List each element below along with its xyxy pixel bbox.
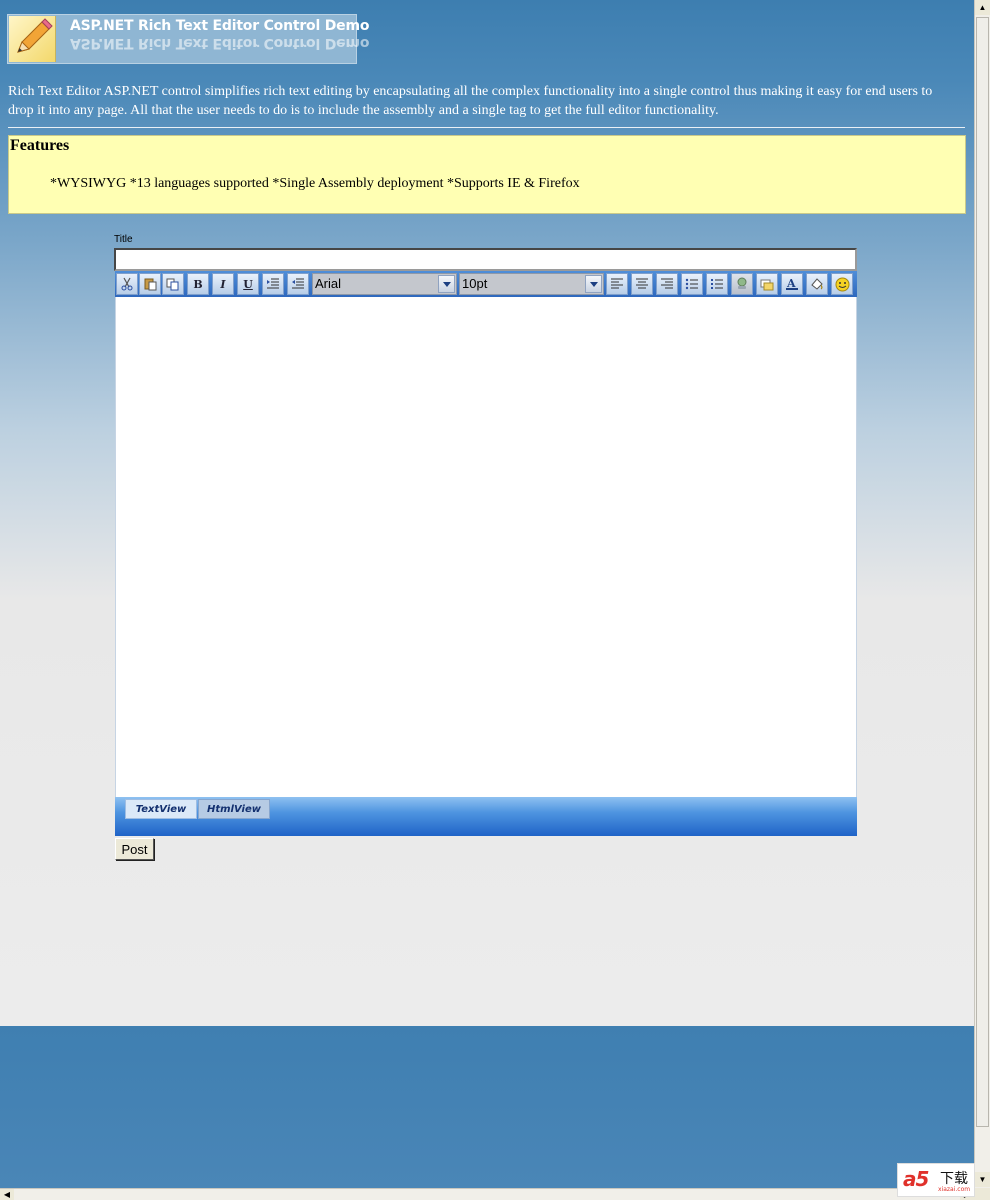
image-button[interactable]	[756, 273, 778, 295]
align-left-icon	[610, 278, 624, 290]
smiley-icon	[835, 277, 850, 292]
outdent-button[interactable]	[287, 273, 309, 295]
chevron-down-icon[interactable]	[585, 275, 602, 293]
scrollbar-corner	[974, 1188, 990, 1200]
header-banner: ASP.NET Rich Text Editor Control Demo AS…	[7, 14, 369, 64]
numbered-list-icon	[710, 278, 724, 290]
features-list: *WYSIWYG *13 languages supported *Single…	[50, 176, 580, 191]
smiley-button[interactable]	[831, 273, 853, 295]
scroll-up-icon[interactable]: ▲	[975, 0, 990, 15]
page: ASP.NET Rich Text Editor Control Demo AS…	[0, 0, 974, 1188]
indent-icon	[266, 277, 280, 291]
italic-button[interactable]: I	[212, 273, 234, 295]
scroll-down-icon[interactable]: ▼	[975, 1172, 990, 1187]
align-left-button[interactable]	[606, 273, 628, 295]
banner-title-reflection: ASP.NET Rich Text Editor Control Demo	[70, 35, 370, 51]
font-name-value: Arial	[315, 276, 342, 291]
copy-icon	[166, 277, 180, 291]
tab-text-view[interactable]: TextView	[125, 799, 197, 819]
italic-icon: I	[220, 277, 226, 291]
align-right-icon	[660, 278, 674, 290]
link-button[interactable]	[731, 273, 753, 295]
divider	[8, 127, 965, 128]
align-right-button[interactable]	[656, 273, 678, 295]
outdent-icon	[291, 277, 305, 291]
horizontal-scrollbar[interactable]: ◀ ▶	[0, 1188, 974, 1200]
align-center-button[interactable]	[631, 273, 653, 295]
chevron-down-icon[interactable]	[438, 275, 455, 293]
watermark-domain: xiazai.com	[938, 1186, 971, 1193]
font-name-select[interactable]: Arial	[312, 273, 457, 295]
pencil-icon	[9, 16, 56, 62]
align-center-icon	[635, 278, 649, 290]
underline-button[interactable]: U	[237, 273, 259, 295]
numbered-list-button[interactable]	[706, 273, 728, 295]
banner-title: ASP.NET Rich Text Editor Control Demo	[70, 18, 370, 34]
link-icon	[735, 277, 749, 291]
watermark-chinese: 下载	[940, 1171, 968, 1187]
tab-html-view[interactable]: HtmlView	[198, 799, 270, 819]
scroll-left-icon[interactable]: ◀	[0, 1189, 14, 1200]
editor-view-tabs: TextView HtmlView	[115, 797, 857, 836]
cut-icon	[120, 277, 134, 291]
bullet-list-button[interactable]	[681, 273, 703, 295]
paste-icon	[143, 277, 157, 291]
underline-icon: U	[243, 277, 253, 291]
features-box: Features *WYSIWYG *13 languages supporte…	[8, 135, 966, 214]
font-size-select[interactable]: 10pt	[459, 273, 604, 295]
indent-button[interactable]	[262, 273, 284, 295]
font-size-value: 10pt	[462, 276, 488, 291]
watermark-mark: a5	[903, 1167, 929, 1191]
vertical-scrollbar[interactable]: ▲ ▼	[974, 0, 990, 1188]
image-icon	[760, 278, 774, 291]
copy-button[interactable]	[162, 273, 184, 295]
scrollbar-thumb[interactable]	[976, 17, 989, 1127]
highlight-button[interactable]	[806, 273, 828, 295]
cut-button[interactable]	[116, 273, 138, 295]
bold-button[interactable]: B	[187, 273, 209, 295]
editor-content-area[interactable]	[115, 297, 857, 797]
highlight-icon	[810, 277, 824, 291]
font-color-button[interactable]: A	[781, 273, 803, 295]
bold-icon: B	[193, 277, 203, 291]
footer-band	[0, 1026, 974, 1188]
title-input[interactable]	[114, 248, 857, 271]
paste-button[interactable]	[139, 273, 161, 295]
bullet-list-icon	[685, 278, 699, 290]
watermark-logo: a5 下载 xiazai.com	[897, 1163, 975, 1197]
post-button[interactable]: Post	[115, 838, 154, 860]
title-label: Title	[114, 234, 133, 245]
intro-paragraph: Rich Text Editor ASP.NET control simplif…	[8, 84, 933, 118]
features-heading: Features	[10, 137, 70, 154]
editor-toolbar: B I U Arial 10pt A	[115, 271, 857, 297]
font-color-icon: A	[785, 277, 799, 291]
